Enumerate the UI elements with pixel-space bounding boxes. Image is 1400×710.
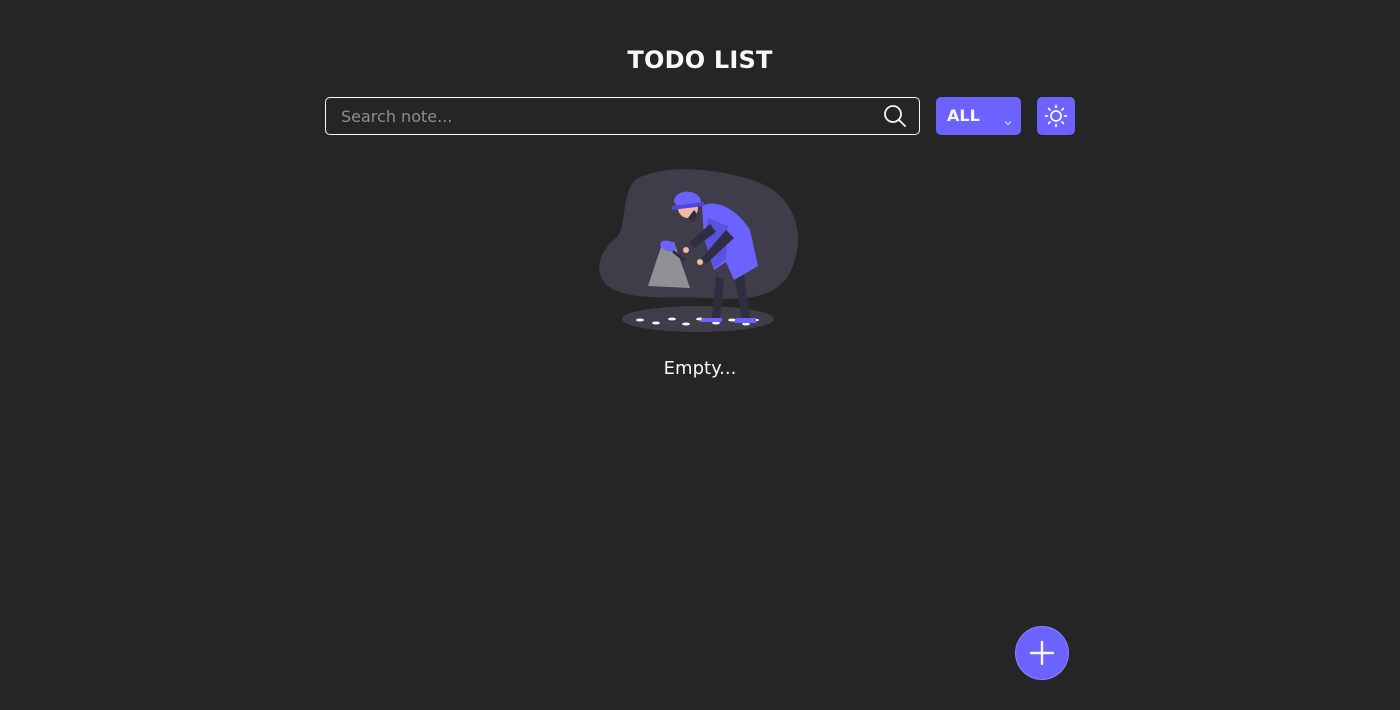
search-icon[interactable] xyxy=(883,104,907,128)
chevron-down-icon xyxy=(1004,112,1012,126)
theme-toggle-button[interactable] xyxy=(1037,97,1075,135)
page-title: TODO LIST xyxy=(627,46,773,74)
add-note-button[interactable] xyxy=(1016,627,1068,679)
todo-app: TODO LIST ALL xyxy=(0,0,1400,710)
empty-state-illustration xyxy=(598,168,802,336)
search-box xyxy=(325,97,920,135)
filter-select[interactable]: ALL xyxy=(936,97,1021,135)
filter-selected-value: ALL xyxy=(947,106,980,125)
empty-state-message: Empty... xyxy=(663,358,737,379)
sun-icon xyxy=(1044,104,1068,128)
plus-icon xyxy=(1029,640,1055,666)
search-input[interactable] xyxy=(326,98,871,134)
